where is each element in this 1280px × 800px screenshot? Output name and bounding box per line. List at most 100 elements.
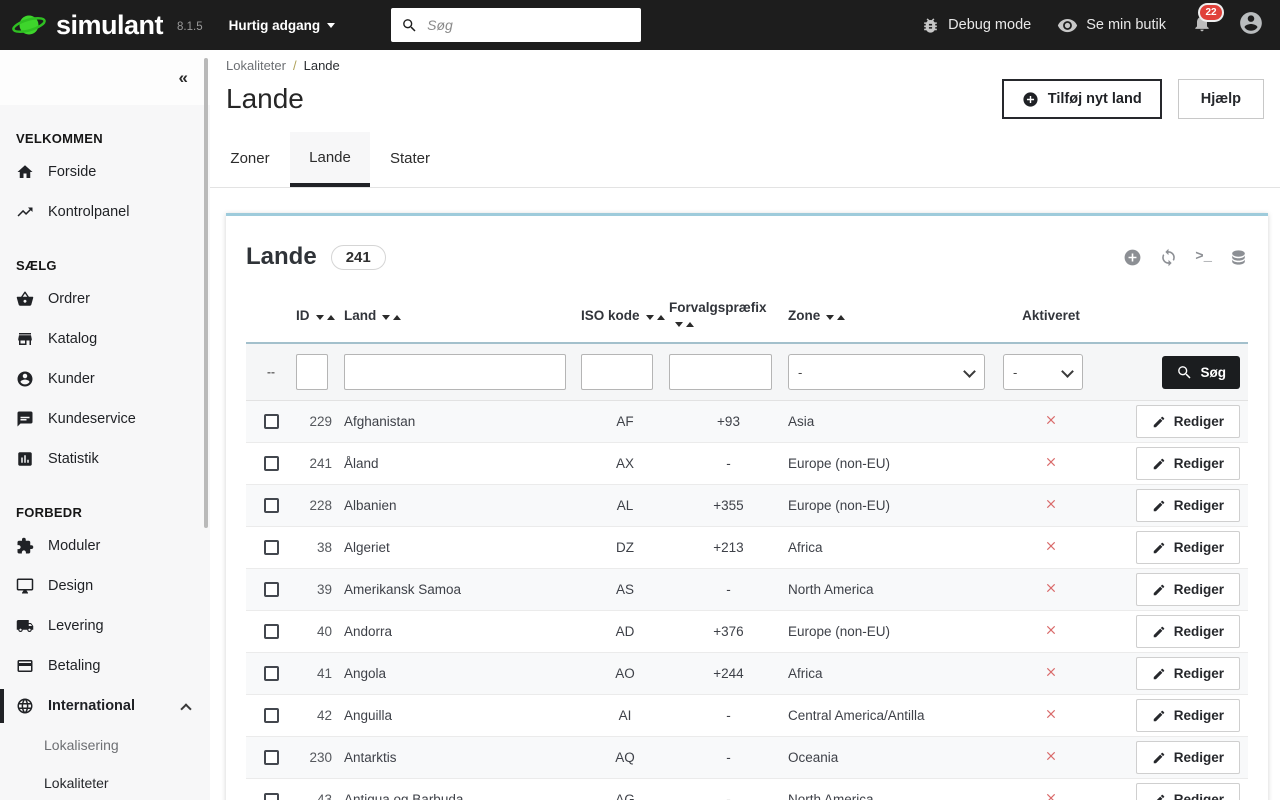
- notification-badge: 22: [1200, 4, 1222, 20]
- count-badge: 241: [330, 244, 386, 270]
- disabled-x-icon[interactable]: [1044, 791, 1058, 800]
- sidebar-item-moduler[interactable]: Moduler: [0, 526, 210, 566]
- filter-iso-input[interactable]: [581, 354, 653, 390]
- disabled-x-icon[interactable]: [1044, 497, 1058, 511]
- row-iso-cell: AL: [616, 498, 634, 513]
- filter-search-button[interactable]: Søg: [1161, 355, 1240, 389]
- edit-button[interactable]: Rediger: [1135, 615, 1240, 648]
- filter-id-input[interactable]: [296, 354, 328, 390]
- row-checkbox[interactable]: [263, 540, 279, 556]
- filter-land-input[interactable]: [344, 354, 566, 390]
- database-icon[interactable]: [1229, 248, 1248, 267]
- edit-button[interactable]: Rediger: [1135, 573, 1240, 606]
- table-row: 41 Angola AO +244 Africa Rediger: [246, 652, 1248, 695]
- edit-button-label: Rediger: [1173, 498, 1224, 513]
- disabled-x-icon[interactable]: [1044, 749, 1058, 763]
- row-iso-cell: AI: [618, 708, 632, 723]
- sidebar-item-kunder[interactable]: Kunder: [0, 359, 210, 399]
- tab-zoner[interactable]: Zoner: [210, 132, 290, 187]
- sort-id-control[interactable]: [315, 314, 335, 320]
- row-actions-cell: Rediger: [1099, 527, 1248, 569]
- row-zone-cell: Europe (non-EU): [788, 456, 891, 471]
- row-checkbox[interactable]: [263, 414, 279, 430]
- quick-access-menu[interactable]: Hurtig adgang: [229, 18, 336, 33]
- column-select: [246, 300, 296, 343]
- refresh-icon[interactable]: [1159, 248, 1178, 267]
- add-circle-icon[interactable]: [1123, 248, 1142, 267]
- notifications-button[interactable]: 22: [1192, 4, 1222, 38]
- row-checkbox[interactable]: [263, 498, 279, 514]
- sidebar-item-forside[interactable]: Forside: [0, 152, 210, 192]
- tab-stater[interactable]: Stater: [370, 132, 450, 187]
- filter-zone-select[interactable]: -: [788, 354, 985, 390]
- edit-button[interactable]: Rediger: [1135, 699, 1240, 732]
- edit-button[interactable]: Rediger: [1135, 657, 1240, 690]
- row-checkbox[interactable]: [263, 456, 279, 472]
- row-actions-cell: Rediger: [1099, 485, 1248, 527]
- account-menu-button[interactable]: [1238, 10, 1264, 41]
- sidebar-item-ordrer[interactable]: Ordrer: [0, 279, 210, 319]
- sidebar-item-levering[interactable]: Levering: [0, 606, 210, 646]
- view-shop-button[interactable]: Se min butik: [1057, 15, 1166, 36]
- row-checkbox[interactable]: [263, 624, 279, 640]
- sidebar-subitem-lokalisering[interactable]: Lokalisering: [0, 726, 210, 764]
- help-button[interactable]: Hjælp: [1177, 79, 1264, 119]
- collapse-sidebar-button[interactable]: «: [179, 68, 188, 88]
- disabled-x-icon[interactable]: [1044, 413, 1058, 427]
- search-input[interactable]: [427, 17, 632, 33]
- row-checkbox[interactable]: [263, 750, 279, 766]
- disabled-x-icon[interactable]: [1044, 707, 1058, 721]
- row-checkbox[interactable]: [263, 666, 279, 682]
- terminal-icon[interactable]: >_: [1195, 249, 1212, 265]
- edit-button[interactable]: Rediger: [1135, 741, 1240, 774]
- row-checkbox[interactable]: [263, 708, 279, 724]
- sidebar-item-kundeservice[interactable]: Kundeservice: [0, 399, 210, 439]
- pencil-icon: [1152, 709, 1166, 723]
- row-country-cell: Antarktis: [344, 750, 397, 765]
- sidebar-item-international[interactable]: International: [0, 686, 210, 726]
- brand-name: simulant: [56, 9, 164, 40]
- sort-land-control[interactable]: [382, 314, 402, 320]
- disabled-x-icon[interactable]: [1044, 665, 1058, 679]
- sidebar-item-statistik[interactable]: Statistik: [0, 439, 210, 479]
- debug-mode-button[interactable]: Debug mode: [921, 16, 1031, 35]
- sidebar-subitem-lokaliteter[interactable]: Lokaliteter: [0, 764, 210, 800]
- tab-lande[interactable]: Lande: [290, 132, 370, 187]
- breadcrumb-parent-link[interactable]: Lokaliteter: [226, 58, 286, 73]
- row-checkbox[interactable]: [263, 792, 279, 800]
- row-actions-cell: Rediger: [1099, 737, 1248, 779]
- edit-button[interactable]: Rediger: [1135, 531, 1240, 564]
- sort-iso-control[interactable]: [645, 314, 665, 320]
- account-icon: [1238, 10, 1264, 36]
- filter-prefix-input[interactable]: [669, 354, 772, 390]
- row-actions-cell: Rediger: [1099, 443, 1248, 485]
- disabled-x-icon[interactable]: [1044, 455, 1058, 469]
- row-select-cell: [246, 569, 296, 611]
- row-active-cell: [1003, 695, 1099, 737]
- add-country-button[interactable]: Tilføj nyt land: [1001, 79, 1162, 119]
- disabled-x-icon[interactable]: [1044, 623, 1058, 637]
- disabled-x-icon[interactable]: [1044, 581, 1058, 595]
- brand-logo[interactable]: simulant: [10, 9, 164, 41]
- trending-up-icon: [16, 203, 34, 221]
- quick-access-label: Hurtig adgang: [228, 17, 321, 33]
- edit-button[interactable]: Rediger: [1135, 447, 1240, 480]
- edit-button[interactable]: Rediger: [1135, 405, 1240, 438]
- sidebar-item-katalog[interactable]: Katalog: [0, 319, 210, 359]
- filter-active-select[interactable]: -: [1003, 354, 1083, 390]
- row-zone-cell: Africa: [788, 540, 823, 555]
- row-select-cell: [246, 695, 296, 737]
- sidebar-scrollbar[interactable]: [204, 58, 208, 528]
- sort-zone-control[interactable]: [826, 314, 846, 320]
- row-country-cell: Algeriet: [344, 540, 390, 555]
- sort-prefix-control[interactable]: [675, 322, 694, 327]
- sidebar-item-kontrolpanel[interactable]: Kontrolpanel: [0, 192, 210, 232]
- edit-button[interactable]: Rediger: [1135, 783, 1240, 800]
- disabled-x-icon[interactable]: [1044, 539, 1058, 553]
- sidebar-item-betaling[interactable]: Betaling: [0, 646, 210, 686]
- row-checkbox[interactable]: [263, 582, 279, 598]
- pencil-icon: [1152, 667, 1166, 681]
- row-zone-cell: Africa: [788, 666, 823, 681]
- sidebar-item-design[interactable]: Design: [0, 566, 210, 606]
- edit-button[interactable]: Rediger: [1135, 489, 1240, 522]
